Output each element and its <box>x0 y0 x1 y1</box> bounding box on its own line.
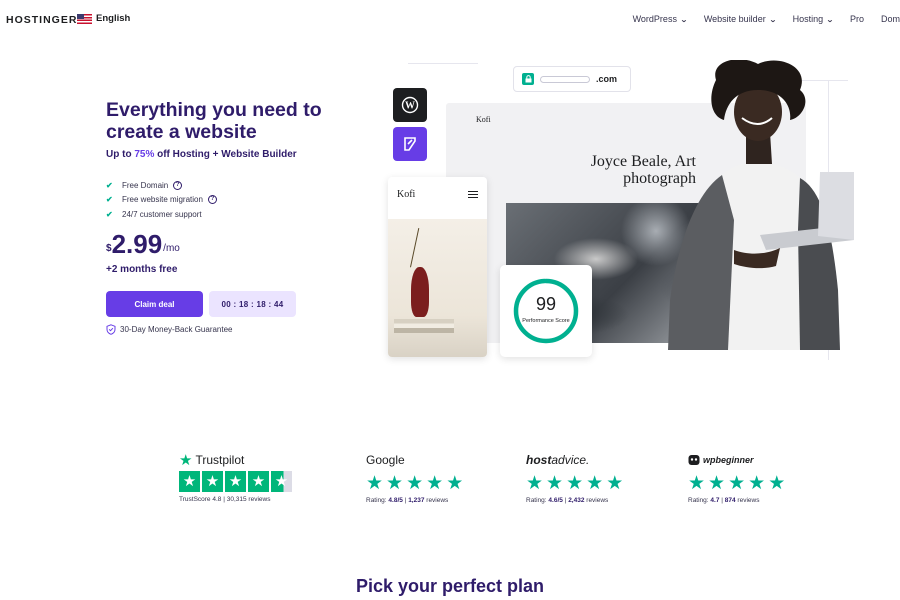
half-star-icon: ★ <box>271 471 292 492</box>
check-icon: ✔ <box>106 195 113 205</box>
chevron-down-icon: ⌄ <box>768 17 777 24</box>
wordpress-icon: W <box>393 88 427 122</box>
rating-stars: ★ ★ ★ ★ ★ <box>688 474 785 493</box>
hostinger-builder-icon <box>393 127 427 161</box>
review-wpbeginner[interactable]: wpbeginner ★ ★ ★ ★ ★ Rating: 4.7 | 874 revie… <box>688 452 785 504</box>
review-hostadvice[interactable]: hostadvice. ★ ★ ★ ★ ★ Rating: 4.6/5 | 2,432 … <box>526 452 623 504</box>
rating-stars: ★ ★ ★ ★ ★ <box>366 474 463 493</box>
price-amount: 2.99 <box>111 229 163 259</box>
score-ring: 99 Performance Score <box>511 276 581 346</box>
wpbeginner-logo: wpbeginner <box>688 452 785 468</box>
trustpilot-star-icon: ★ <box>179 452 193 469</box>
price: $ 2.99 /mo <box>106 231 180 257</box>
star-icon: ★ <box>202 471 223 492</box>
star-icon: ★ <box>606 473 624 494</box>
countdown-timer: 00 : 18 : 18 : 44 <box>209 291 296 317</box>
plans-section-title: Pick your perfect plan <box>355 576 545 596</box>
lock-icon <box>522 73 534 85</box>
language-label: English <box>96 13 131 24</box>
star-icon: ★ <box>406 473 424 494</box>
hero-title: Everything you need to create a website <box>106 99 322 143</box>
feature-item: ✔ Free website migration? <box>106 193 217 208</box>
star-icon: ★ <box>386 473 404 494</box>
check-icon: ✔ <box>106 209 113 219</box>
nav-links: WordPress ⌄ Website builder ⌄ Hosting ⌄ Pro… <box>633 14 900 24</box>
score-label: Performance Score <box>522 318 570 324</box>
nav-item-hosting[interactable]: Hosting ⌄ <box>793 14 834 24</box>
star-icon: ★ <box>526 473 544 494</box>
review-meta: Rating: 4.7 | 874 reviews <box>688 497 760 504</box>
menu-icon <box>468 191 478 198</box>
nav-item-wordpress[interactable]: WordPress ⌄ <box>633 14 688 24</box>
domain-placeholder <box>540 75 590 83</box>
vase-shape <box>411 267 429 317</box>
star-icon: ★ <box>566 473 584 494</box>
us-flag-icon <box>77 13 92 24</box>
star-icon: ★ <box>446 473 464 494</box>
hero-illustration: .com W Kofi Joyce Beale, Art photograph … <box>388 60 858 365</box>
review-meta: TrustScore 4.8 | 30,315 reviews <box>179 496 271 503</box>
grid-line <box>408 63 478 64</box>
domain-bar: .com <box>513 66 631 92</box>
discount-highlight: 75% <box>134 149 155 160</box>
svg-text:W: W <box>405 101 415 112</box>
star-icon: ★ <box>708 473 726 494</box>
feature-item: ✔ 24/7 customer support <box>106 209 202 219</box>
mobile-preview: Kofi <box>388 177 487 357</box>
review-meta: Rating: 4.6/5 | 2,432 reviews <box>526 497 609 504</box>
nav-item-website-builder[interactable]: Website builder ⌄ <box>704 14 777 24</box>
hostinger-logo[interactable]: HOSTINGER <box>6 14 77 26</box>
feature-item: ✔ Free Domain? <box>106 178 217 193</box>
check-icon: ✔ <box>106 180 113 190</box>
money-back-guarantee: 30-Day Money-Back Guarantee <box>106 324 233 335</box>
star-icon: ★ <box>248 471 269 492</box>
shield-check-icon <box>106 324 116 335</box>
hero-subtitle: Up to 75% off Hosting + Website Builder <box>106 149 297 160</box>
rating-stars: ★ ★ ★ ★ ★ <box>526 474 623 493</box>
star-icon: ★ <box>366 473 384 494</box>
trustpilot-logo: ★ Trustpilot <box>179 452 245 469</box>
feature-list: ✔ Free Domain? ✔ Free website migration? ✔… <box>106 178 217 222</box>
star-icon: ★ <box>728 473 746 494</box>
wpbeginner-icon <box>688 455 700 465</box>
trustpilot-stars: ★ ★ ★ ★ ★ <box>179 471 292 492</box>
nav-item-pro[interactable]: Pro <box>850 14 864 24</box>
star-icon: ★ <box>768 473 786 494</box>
star-icon: ★ <box>748 473 766 494</box>
nav-item-domains[interactable]: Dom <box>881 14 900 24</box>
woman-with-laptop-illustration <box>668 60 854 350</box>
language-selector[interactable]: English <box>77 13 130 24</box>
review-google[interactable]: Google ★ ★ ★ ★ ★ Rating: 4.8/5 | 1,237 revie… <box>366 452 463 504</box>
star-icon: ★ <box>426 473 444 494</box>
star-icon: ★ <box>586 473 604 494</box>
star-icon: ★ <box>688 473 706 494</box>
site-name: Kofi <box>476 115 491 124</box>
price-period: /mo <box>163 243 180 254</box>
chevron-down-icon: ⌄ <box>680 17 688 24</box>
domain-suffix: .com <box>596 74 618 84</box>
star-icon: ★ <box>225 471 246 492</box>
vase-photo <box>388 219 487 357</box>
help-icon[interactable]: ? <box>207 195 217 205</box>
mobile-site-name: Kofi <box>397 189 416 200</box>
help-icon[interactable]: ? <box>173 180 183 190</box>
top-nav: HOSTINGER English WordPress ⌄ Website bui… <box>0 0 900 40</box>
claim-deal-button[interactable]: Claim deal <box>106 291 203 317</box>
star-icon: ★ <box>546 473 564 494</box>
google-logo: Google <box>366 453 405 467</box>
chevron-down-icon: ⌄ <box>826 17 834 24</box>
bonus-months: +2 months free <box>106 264 178 275</box>
branch-shape <box>409 227 433 271</box>
books-shape <box>394 319 454 333</box>
review-trustpilot[interactable]: ★ Trustpilot ★ ★ ★ ★ ★ TrustScore 4.8 | 3… <box>179 452 292 503</box>
score-value: 99 <box>535 294 557 314</box>
star-icon: ★ <box>179 471 200 492</box>
review-meta: Rating: 4.8/5 | 1,237 reviews <box>366 497 449 504</box>
performance-score-card: 99 Performance Score <box>500 265 592 357</box>
hostadvice-logo: hostadvice. <box>526 453 590 467</box>
